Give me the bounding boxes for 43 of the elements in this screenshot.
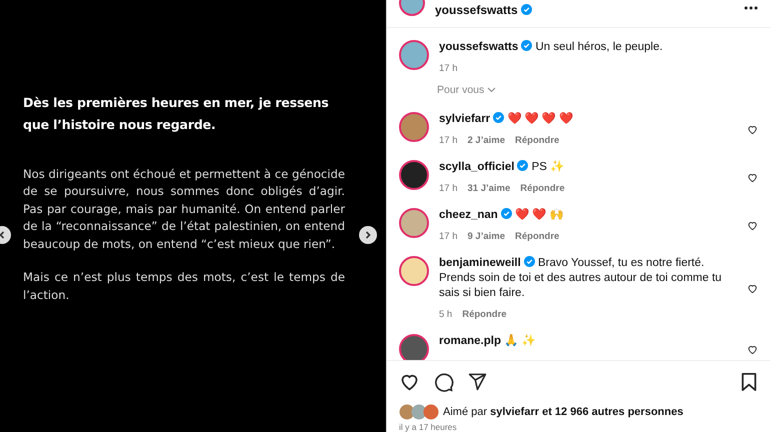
slide-heading: Dès les premières heures en mer, je ressens que l’histoire nous regarde. [23,94,330,134]
reply-link[interactable]: Répondre [515,231,560,242]
like-comment-button[interactable] [747,220,758,230]
paper-plane-icon [468,372,487,391]
comment-time: 17 h [439,183,458,194]
liker-avatars-drawing [399,404,439,420]
comment-text: benjamineweill Bravo Youssef, tu es notre fierté. Prends soin de toi et des autres autour de toi comme tu sais si bien faire. [439,256,723,301]
comment-text: romane.plp 🙏 ✨ [439,334,536,349]
comment-button[interactable] [434,372,454,392]
comment-time: 17 h [439,63,458,74]
more-options-icon[interactable] [744,6,758,10]
reply-link[interactable]: Répondre [520,183,565,194]
likes-count-link[interactable]: 2 J’aime [468,135,505,146]
share-button[interactable] [468,372,487,391]
caption-text: youssefswatts Un seul héros, le peuple. [439,40,664,55]
like-comment-button[interactable] [747,124,758,134]
like-comment-button[interactable] [747,282,758,294]
avatar[interactable] [399,334,429,360]
comment-text: cheez_nan ❤ ❤ 🙌 [439,208,564,223]
reply-link[interactable]: Répondre [515,135,560,146]
comment-icon [434,372,454,392]
comment-text: sylviefarr ❤ ❤ ❤ ❤ [439,112,574,127]
save-button[interactable] [740,372,758,392]
reply-link[interactable]: Répondre [462,309,507,320]
chevron-down-icon [487,87,496,93]
likes-count-link[interactable]: 31 J’aime [468,183,510,194]
username[interactable]: youssefswatts [435,3,532,17]
likes-summary: Aimé par sylviefarr et 12 966 autres personnes [443,406,684,418]
comment-time: 17 h [439,231,458,242]
chevron-right-icon [363,230,373,240]
post-timestamp: il y a 17 heures [398,421,458,432]
like-comment-button[interactable] [747,172,758,182]
comment-time: 17 h [439,135,458,146]
slide-paragraph: Nos dirigeants ont échoué et permettent à ce génocide de se poursuivre, nous sommes donc obligés d’agir. Pas par courage, mais par humanité. On entend parler de la “reconnaissance” de l’état palestinien, on entend beaucoup de mots, on entend “c’est mieux que rien”. [23,166,345,253]
chevron-left-icon [0,230,7,240]
like-comment-button[interactable] [747,344,758,354]
comment-text: scylla_officiel PS ✨ [439,160,566,175]
slide-paragraph: Mais ce n’est plus temps des mots, c’est le temps de l’action. [23,269,345,304]
sort-dropdown[interactable]: Pour vous [437,84,496,96]
avatar[interactable] [399,160,429,190]
comment-time: 5 h [439,309,452,320]
likes-count-link[interactable]: 9 J’aime [468,231,505,242]
next-slide-button[interactable] [359,226,377,244]
